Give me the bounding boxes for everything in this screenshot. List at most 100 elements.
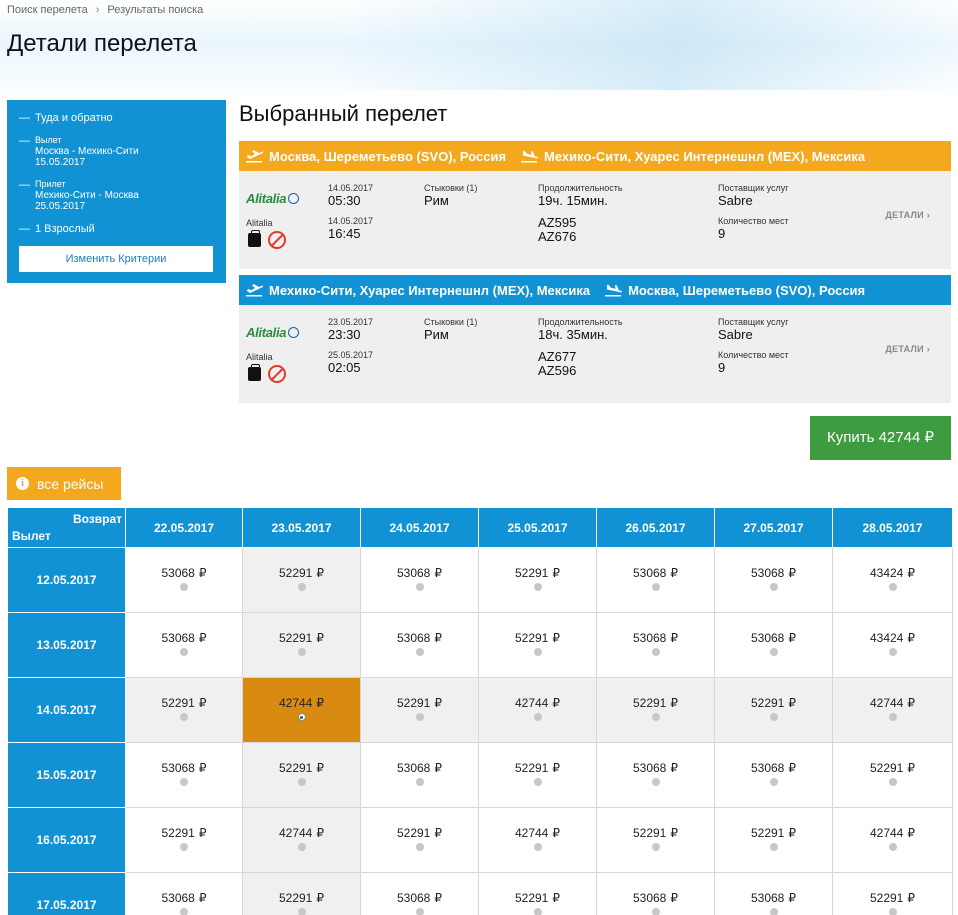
- select-radio-icon[interactable]: [415, 713, 424, 721]
- select-radio-icon[interactable]: [769, 843, 778, 851]
- price-cell[interactable]: 52291 ₽: [242, 872, 361, 915]
- select-radio-icon[interactable]: [888, 778, 897, 786]
- price-cell[interactable]: 42744 ₽: [832, 677, 953, 743]
- price-cell[interactable]: 52291 ₽: [242, 742, 361, 808]
- select-radio-icon[interactable]: [297, 908, 306, 915]
- select-radio-icon[interactable]: [415, 843, 424, 851]
- price-cell[interactable]: 43424 ₽: [832, 547, 953, 613]
- price-cell[interactable]: 52291 ₽: [478, 872, 597, 915]
- select-radio-icon[interactable]: [533, 583, 542, 591]
- select-radio-icon[interactable]: [888, 713, 897, 721]
- seats: 9: [718, 360, 726, 375]
- select-radio-icon[interactable]: [415, 908, 424, 915]
- breadcrumb-search[interactable]: Поиск перелета: [7, 4, 88, 16]
- price-cell[interactable]: 53068 ₽: [714, 547, 833, 613]
- price-cell[interactable]: 53068 ₽: [714, 742, 833, 808]
- select-radio-icon[interactable]: [769, 778, 778, 786]
- select-radio-icon[interactable]: [651, 583, 660, 591]
- select-radio-icon[interactable]: [651, 713, 660, 721]
- price-cell[interactable]: 53068 ₽: [125, 872, 243, 915]
- price-cell[interactable]: 53068 ₽: [360, 742, 479, 808]
- select-radio-icon[interactable]: [180, 583, 188, 591]
- price-cell[interactable]: 53068 ₽: [714, 872, 833, 915]
- price-cell[interactable]: 53068 ₽: [360, 872, 479, 915]
- price-cell[interactable]: 53068 ₽: [360, 612, 479, 678]
- change-criteria-button[interactable]: Изменить Критерии: [19, 246, 213, 272]
- price-cell[interactable]: 52291 ₽: [596, 807, 715, 873]
- select-radio-icon[interactable]: [533, 908, 542, 915]
- select-radio-icon[interactable]: [651, 648, 660, 656]
- select-radio-icon[interactable]: [297, 583, 306, 591]
- price-cell[interactable]: 52291 ₽: [714, 807, 833, 873]
- price-cell[interactable]: 52291 ₽: [832, 872, 953, 915]
- select-radio-icon[interactable]: [651, 778, 660, 786]
- price-cell[interactable]: 52291 ₽: [360, 677, 479, 743]
- select-radio-icon[interactable]: [651, 843, 660, 851]
- price-cell[interactable]: 53068 ₽: [596, 742, 715, 808]
- price-cell[interactable]: 52291 ₽: [832, 742, 953, 808]
- price-cell[interactable]: 42744 ₽: [478, 677, 597, 743]
- price-cell[interactable]: 42744 ₽: [242, 807, 361, 873]
- select-radio-icon[interactable]: [533, 648, 542, 656]
- price-cell[interactable]: 53068 ₽: [714, 612, 833, 678]
- price-value: 53068 ₽: [632, 891, 678, 905]
- select-radio-icon[interactable]: [888, 583, 897, 591]
- price-cell[interactable]: 52291 ₽: [714, 677, 833, 743]
- breadcrumb-results[interactable]: Результаты поиска: [107, 4, 203, 16]
- price-value: 52291 ₽: [750, 826, 796, 840]
- price-value: 43424 ₽: [869, 631, 915, 645]
- select-radio-icon[interactable]: [769, 713, 778, 721]
- details-link[interactable]: ДЕТАЛИ ›: [885, 344, 930, 354]
- select-radio-icon[interactable]: [415, 648, 424, 656]
- select-radio-icon[interactable]: [888, 843, 897, 851]
- price-cell[interactable]: 52291 ₽: [478, 742, 597, 808]
- price-cell[interactable]: 53068 ₽: [596, 612, 715, 678]
- select-radio-icon[interactable]: [180, 843, 188, 851]
- select-radio-icon[interactable]: [297, 778, 306, 786]
- takeoff-icon: [246, 284, 263, 297]
- select-radio-icon[interactable]: [533, 778, 542, 786]
- select-radio-icon[interactable]: [415, 778, 424, 786]
- price-cell[interactable]: 52291 ₽: [125, 677, 243, 743]
- select-radio-icon[interactable]: [888, 648, 897, 656]
- select-radio-icon[interactable]: [769, 583, 778, 591]
- select-radio-icon[interactable]: [533, 713, 542, 721]
- select-radio-icon[interactable]: [180, 778, 188, 786]
- select-radio-icon[interactable]: [297, 648, 306, 656]
- select-radio-icon[interactable]: [180, 648, 188, 656]
- price-cell[interactable]: 53068 ₽: [125, 612, 243, 678]
- price-cell[interactable]: 52291 ₽: [478, 612, 597, 678]
- all-flights-button[interactable]: i все рейсы: [7, 467, 121, 500]
- select-radio-icon[interactable]: [180, 713, 188, 721]
- price-cell[interactable]: 42744 ₽: [478, 807, 597, 873]
- price-cell[interactable]: 53068 ₽: [360, 547, 479, 613]
- price-cell[interactable]: 53068 ₽: [125, 742, 243, 808]
- select-radio-icon[interactable]: [769, 648, 778, 656]
- select-radio-icon[interactable]: [297, 713, 306, 721]
- price-cell[interactable]: 42744 ₽: [832, 807, 953, 873]
- price-cell[interactable]: 52291 ₽: [242, 547, 361, 613]
- price-cell[interactable]: 42744 ₽: [242, 677, 361, 743]
- details-link[interactable]: ДЕТАЛИ ›: [885, 210, 930, 220]
- price-cell[interactable]: 52291 ₽: [125, 807, 243, 873]
- select-radio-icon[interactable]: [297, 843, 306, 851]
- select-radio-icon[interactable]: [651, 908, 660, 915]
- select-radio-icon[interactable]: [533, 843, 542, 851]
- price-cell[interactable]: 53068 ₽: [125, 547, 243, 613]
- select-radio-icon[interactable]: [180, 908, 188, 915]
- flight-number: AZ596: [538, 363, 577, 378]
- select-radio-icon[interactable]: [888, 908, 897, 915]
- price-cell[interactable]: 52291 ₽: [242, 612, 361, 678]
- price-value: 52291 ₽: [514, 631, 560, 645]
- price-cell[interactable]: 53068 ₽: [596, 872, 715, 915]
- select-radio-icon[interactable]: [769, 908, 778, 915]
- price-cell[interactable]: 43424 ₽: [832, 612, 953, 678]
- buy-button[interactable]: Купить 42744 ₽: [810, 416, 951, 460]
- price-cell[interactable]: 52291 ₽: [596, 677, 715, 743]
- select-radio-icon[interactable]: [415, 583, 424, 591]
- price-cell[interactable]: 52291 ₽: [360, 807, 479, 873]
- price-value: 52291 ₽: [161, 826, 207, 840]
- price-value: 53068 ₽: [396, 631, 442, 645]
- price-cell[interactable]: 53068 ₽: [596, 547, 715, 613]
- price-cell[interactable]: 52291 ₽: [478, 547, 597, 613]
